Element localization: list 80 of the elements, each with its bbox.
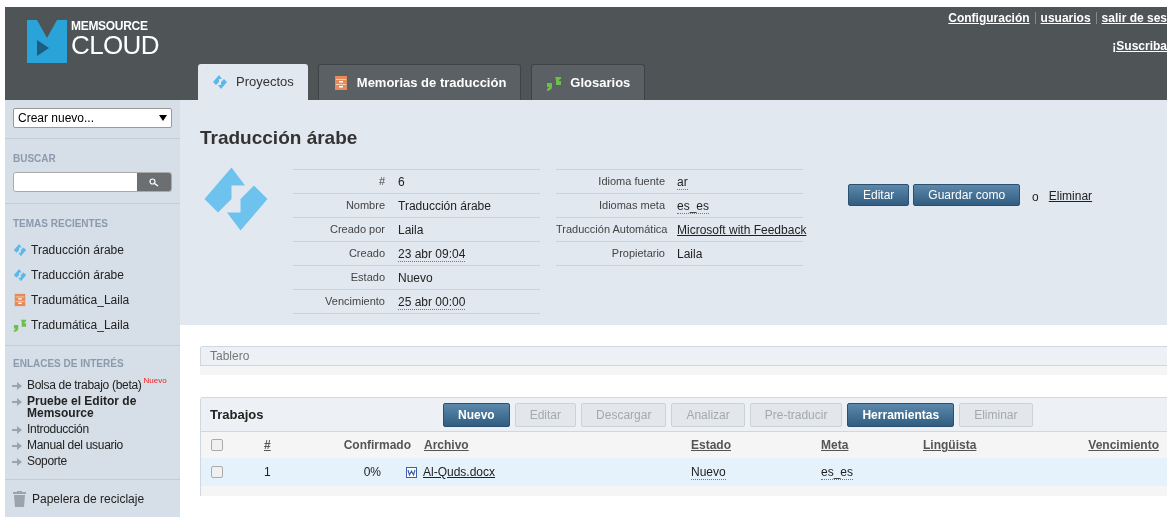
header-link[interactable]: salir de ses	[1101, 9, 1167, 27]
diamond-arrows-icon	[13, 242, 27, 257]
detail-value: ar	[677, 175, 688, 190]
column-header[interactable]: #	[264, 436, 271, 454]
detail-value: 25 abr 00:00	[398, 295, 466, 310]
search-icon	[149, 177, 159, 187]
quote-icon	[13, 317, 27, 332]
column-header: Confirmado	[343, 437, 411, 454]
new-label: Nuevo	[143, 375, 167, 387]
help-link[interactable]: Manual del usuario	[27, 439, 123, 451]
help-link[interactable]: Soporte	[27, 455, 67, 467]
table-row[interactable]: 1 0% Al-Quds.docx Nuevo es_es	[201, 458, 1167, 486]
delete-link[interactable]: Eliminar	[1048, 186, 1093, 205]
detail-value: Nuevo	[398, 271, 433, 285]
detail-value: 23 abr 09:04	[398, 247, 466, 262]
column-header[interactable]: Archivo	[424, 436, 469, 454]
recent-item-link[interactable]: Traducción árabe	[31, 240, 124, 259]
nav-tab[interactable]: Memorias de traducción	[317, 64, 522, 100]
panel-title: Trabajos	[209, 405, 265, 424]
table-cell-text: 0%	[363, 464, 381, 481]
logo-icon	[27, 20, 67, 63]
document-icon	[406, 466, 417, 478]
detail-link[interactable]: Microsoft with Feedback	[677, 223, 807, 237]
column-header[interactable]: Meta	[821, 436, 849, 454]
trash-link[interactable]: Papelera de reciclaje	[32, 490, 145, 508]
header-link[interactable]: Configuración	[948, 9, 1030, 27]
logo-title: MEMSOURCE	[71, 20, 149, 32]
section-heading: BUSCAR	[13, 152, 57, 166]
help-link[interactable]: Pruebe el Editor de Memsource	[27, 395, 147, 419]
quote-icon	[546, 74, 563, 91]
cabinet-icon	[332, 74, 349, 91]
detail-value: Traducción árabe	[398, 199, 491, 213]
logo-subtitle: CLOUD	[71, 32, 159, 58]
nav-tab[interactable]: Glosarios	[531, 64, 646, 100]
detail-value: 6	[398, 175, 405, 189]
subscribe-link[interactable]: ¡Suscriba	[1112, 37, 1167, 55]
checkbox[interactable]	[211, 439, 223, 451]
file-link[interactable]: Al-Quds.docx	[423, 463, 496, 481]
column-header[interactable]: Vencimiento	[1088, 436, 1159, 454]
action-button[interactable]: Guardar como	[913, 183, 1021, 206]
checkbox[interactable]	[211, 466, 223, 478]
or-text: o	[1032, 188, 1039, 206]
column-header[interactable]: Lingüista	[923, 436, 977, 454]
section-heading: ENLACES DE INTERÉS	[13, 356, 125, 371]
detail-label: Vencimiento	[324, 293, 385, 309]
recent-item-link[interactable]: Tradumática_Laila	[31, 290, 130, 309]
trash-icon	[13, 491, 26, 507]
table-cell: 1	[264, 465, 271, 479]
help-link[interactable]: Introducción	[27, 423, 89, 435]
create-select[interactable]: Crear nuevo...	[13, 108, 172, 128]
detail-label: Propietario	[610, 245, 665, 261]
detail-label: Idiomas meta	[597, 197, 665, 213]
table-cell: Nuevo	[691, 465, 726, 480]
diamond-arrows-icon	[13, 267, 27, 282]
detail-value: es_es	[677, 199, 710, 214]
detail-label: Idioma fuente	[597, 173, 665, 189]
detail-label: #	[377, 173, 385, 189]
detail-label: Creado	[347, 245, 385, 261]
detail-label: Nombre	[344, 197, 385, 213]
section-heading: TEMAS RECIENTES	[13, 217, 109, 231]
search-field[interactable]	[13, 172, 172, 192]
panel-title: Tablero	[210, 348, 250, 365]
nav-tab[interactable]: Proyectos	[198, 64, 308, 100]
diamond-arrows-icon	[212, 74, 228, 90]
toolbar-button[interactable]: Nuevo	[443, 402, 510, 427]
caret-icon	[159, 115, 167, 121]
help-link[interactable]: Bolsa de trabajo (beta)	[27, 379, 142, 391]
header-link[interactable]: usuarios	[1040, 9, 1091, 27]
table-cell: es_es	[821, 465, 854, 480]
recent-item-link[interactable]: Tradumática_Laila	[31, 315, 130, 334]
recent-item-link[interactable]: Traducción árabe	[31, 265, 124, 284]
column-header[interactable]: Estado	[691, 436, 731, 454]
detail-label: Creado por	[328, 221, 385, 237]
cabinet-icon	[13, 292, 27, 307]
detail-value: Laila	[398, 223, 424, 237]
action-button[interactable]: Editar	[848, 183, 910, 206]
detail-label: Estado	[349, 269, 385, 285]
toolbar-button[interactable]: Herramientas	[847, 402, 955, 427]
detail-value: Laila	[677, 247, 703, 261]
project-title: Traducción árabe	[200, 126, 359, 150]
